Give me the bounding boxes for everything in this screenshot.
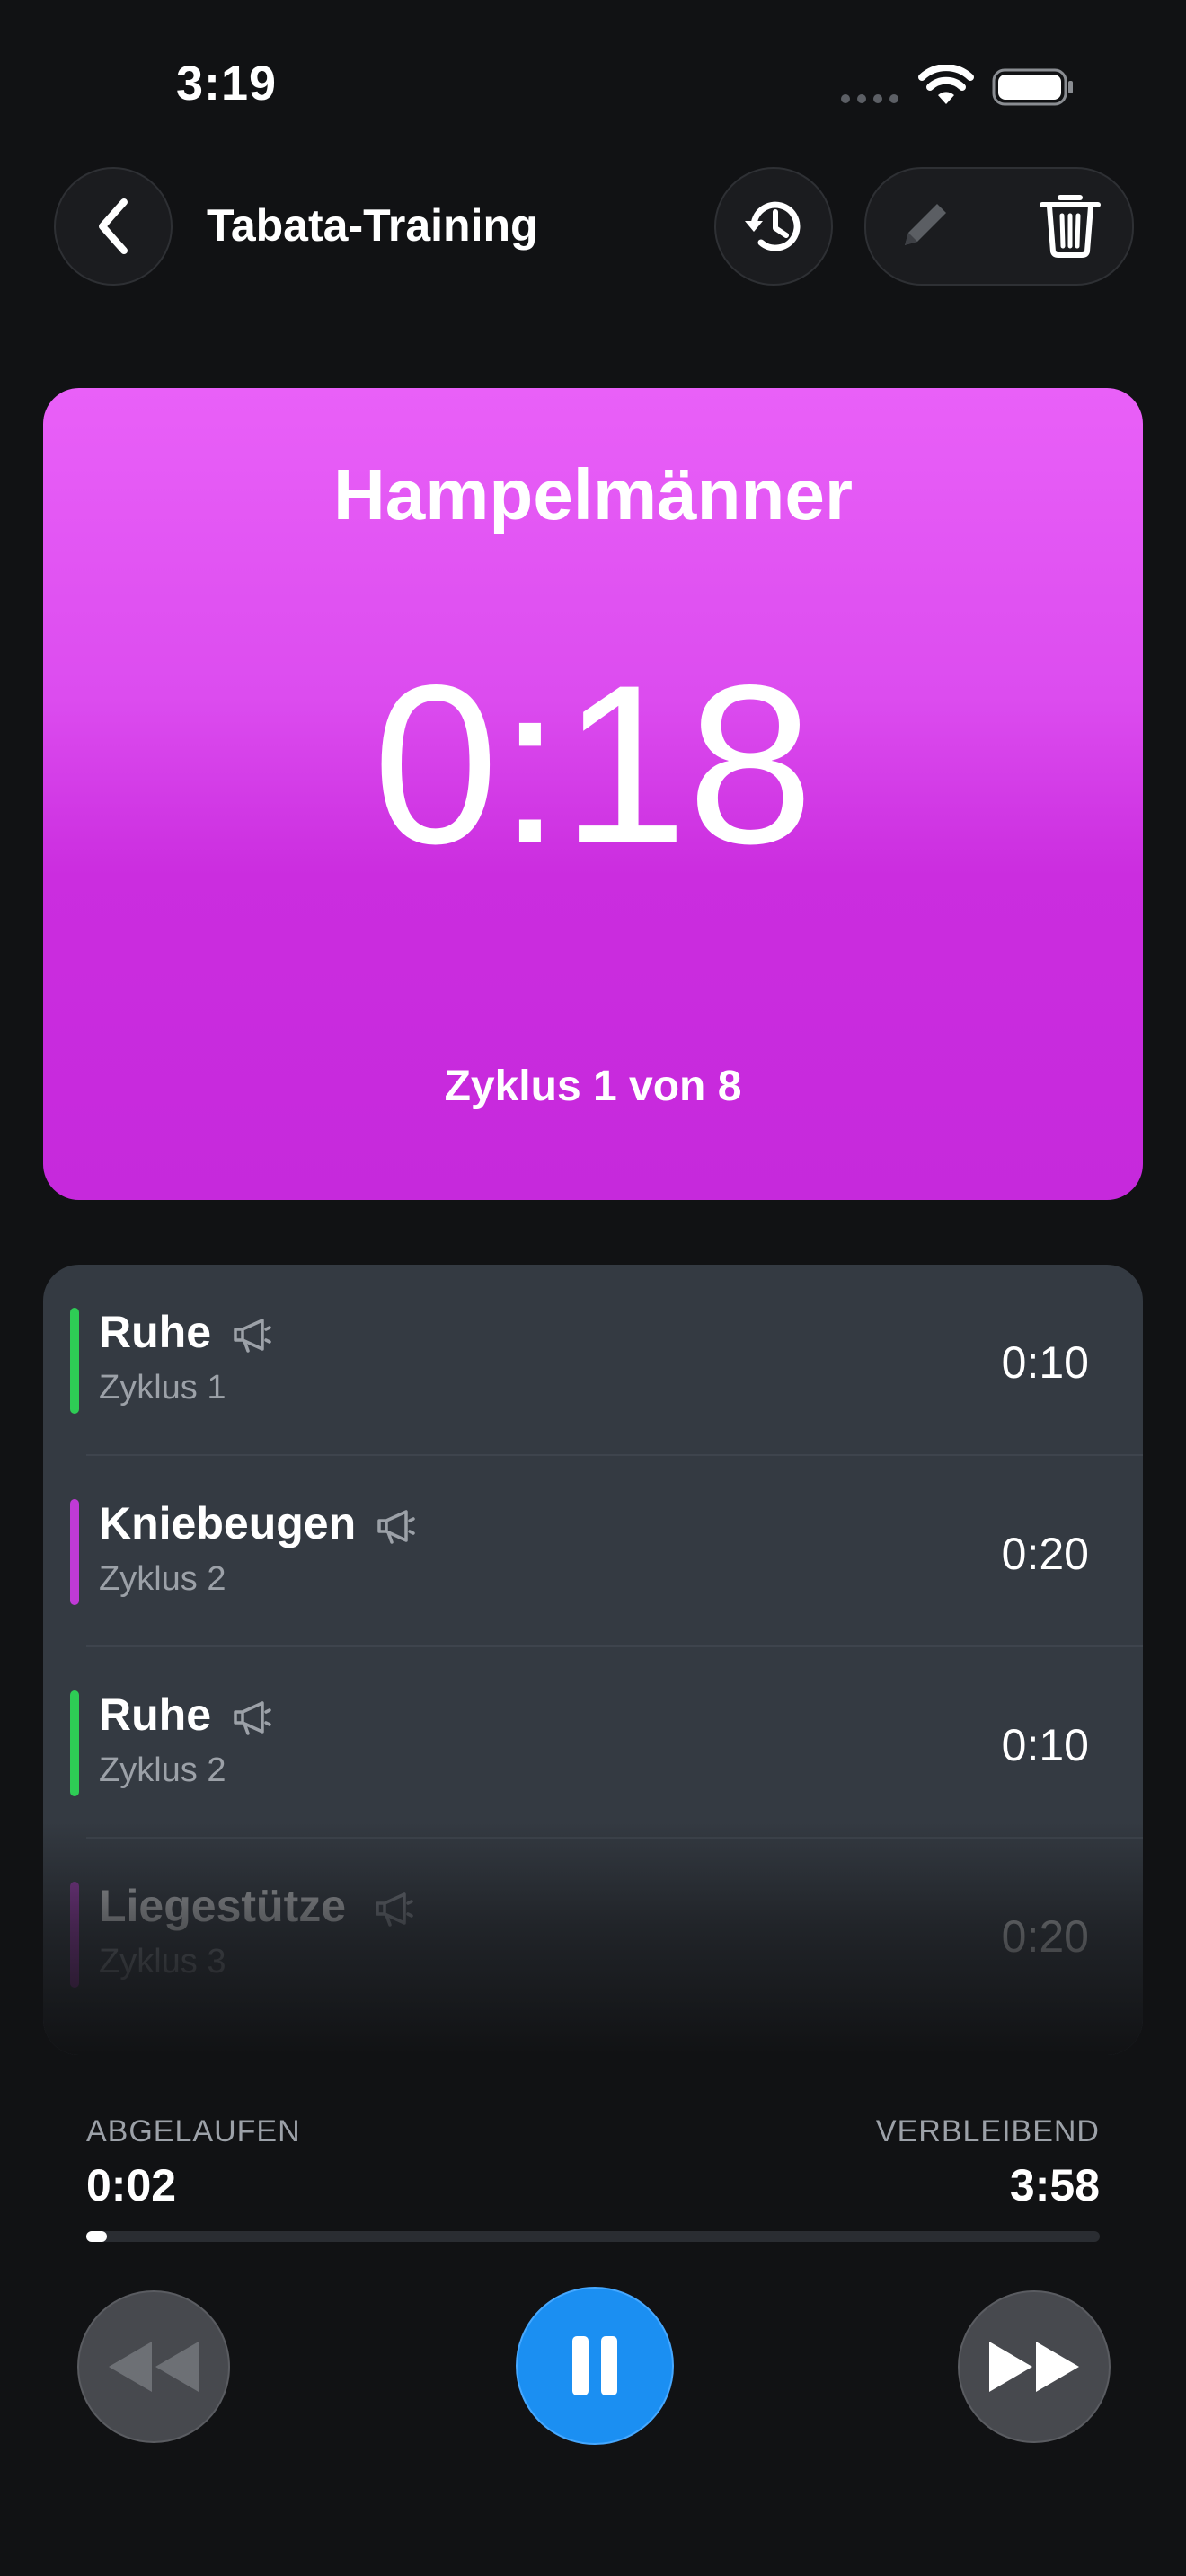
- list-item[interactable]: Liegestütze Zyklus 3 0:20: [43, 1839, 1143, 2030]
- interval-cycle: Zyklus 3: [99, 1943, 226, 1981]
- list-item[interactable]: Ruhe Zyklus 2 0:10: [43, 1647, 1143, 1839]
- remaining-label: VERBLEIBEND: [875, 2114, 1100, 2148]
- interval-duration: 0:10: [1001, 1337, 1089, 1388]
- interval-cycle: Zyklus 1: [99, 1369, 226, 1407]
- fast-forward-button[interactable]: [958, 2290, 1111, 2443]
- megaphone-icon: [234, 1319, 271, 1353]
- signal-icon: [841, 94, 898, 103]
- chevron-left-icon: [99, 198, 128, 254]
- interval-duration: 0:20: [1001, 1911, 1089, 1962]
- interval-cycle: Zyklus 2: [99, 1560, 226, 1598]
- interval-color-bar: [70, 1690, 79, 1796]
- rewind-icon: [109, 2342, 199, 2392]
- interval-name: Kniebeugen: [99, 1498, 357, 1548]
- history-button[interactable]: [714, 167, 833, 286]
- interval-cycle: Zyklus 2: [99, 1751, 226, 1789]
- fast-forward-icon: [989, 2342, 1079, 2392]
- upcoming-list: Ruhe Zyklus 1 0:10 Kniebeugen Zyklus 2 0…: [43, 1265, 1143, 2055]
- interval-name: Liegestütze: [99, 1881, 347, 1931]
- battery-icon: [992, 68, 1073, 106]
- trash-icon[interactable]: [1037, 190, 1103, 259]
- interval-name: Ruhe: [99, 1307, 211, 1357]
- interval-duration: 0:10: [1001, 1720, 1089, 1770]
- elapsed-label: ABGELAUFEN: [86, 2114, 301, 2148]
- interval-color-bar: [70, 1499, 79, 1605]
- history-icon: [745, 201, 801, 251]
- pause-icon: [572, 2336, 617, 2395]
- elapsed-time: 0:02: [86, 2160, 177, 2210]
- list-item[interactable]: Ruhe Zyklus 1 0:10: [43, 1265, 1143, 1456]
- megaphone-icon: [376, 1892, 413, 1927]
- cycle-indicator: Zyklus 1 von 8: [444, 1063, 742, 1110]
- interval-duration: 0:20: [1001, 1529, 1089, 1579]
- current-exercise-name: Hampelmänner: [333, 454, 853, 534]
- interval-color-bar: [70, 1882, 79, 1988]
- pause-button[interactable]: [516, 2287, 674, 2445]
- countdown-timer: 0:18: [372, 639, 814, 891]
- megaphone-icon: [377, 1510, 415, 1544]
- back-button[interactable]: [54, 167, 173, 286]
- interval-name: Ruhe: [99, 1689, 211, 1740]
- rewind-button[interactable]: [77, 2290, 230, 2443]
- page-title: Tabata-Training: [207, 200, 538, 251]
- pencil-icon[interactable]: [894, 193, 957, 256]
- interval-color-bar: [70, 1308, 79, 1414]
- list-item[interactable]: Kniebeugen Zyklus 2 0:20: [43, 1456, 1143, 1647]
- progress-track[interactable]: [86, 2231, 1100, 2242]
- wifi-icon: [918, 65, 974, 104]
- remaining-time: 3:58: [1009, 2160, 1100, 2210]
- status-time: 3:19: [176, 57, 278, 110]
- megaphone-icon: [234, 1701, 271, 1735]
- progress-fill: [86, 2231, 107, 2242]
